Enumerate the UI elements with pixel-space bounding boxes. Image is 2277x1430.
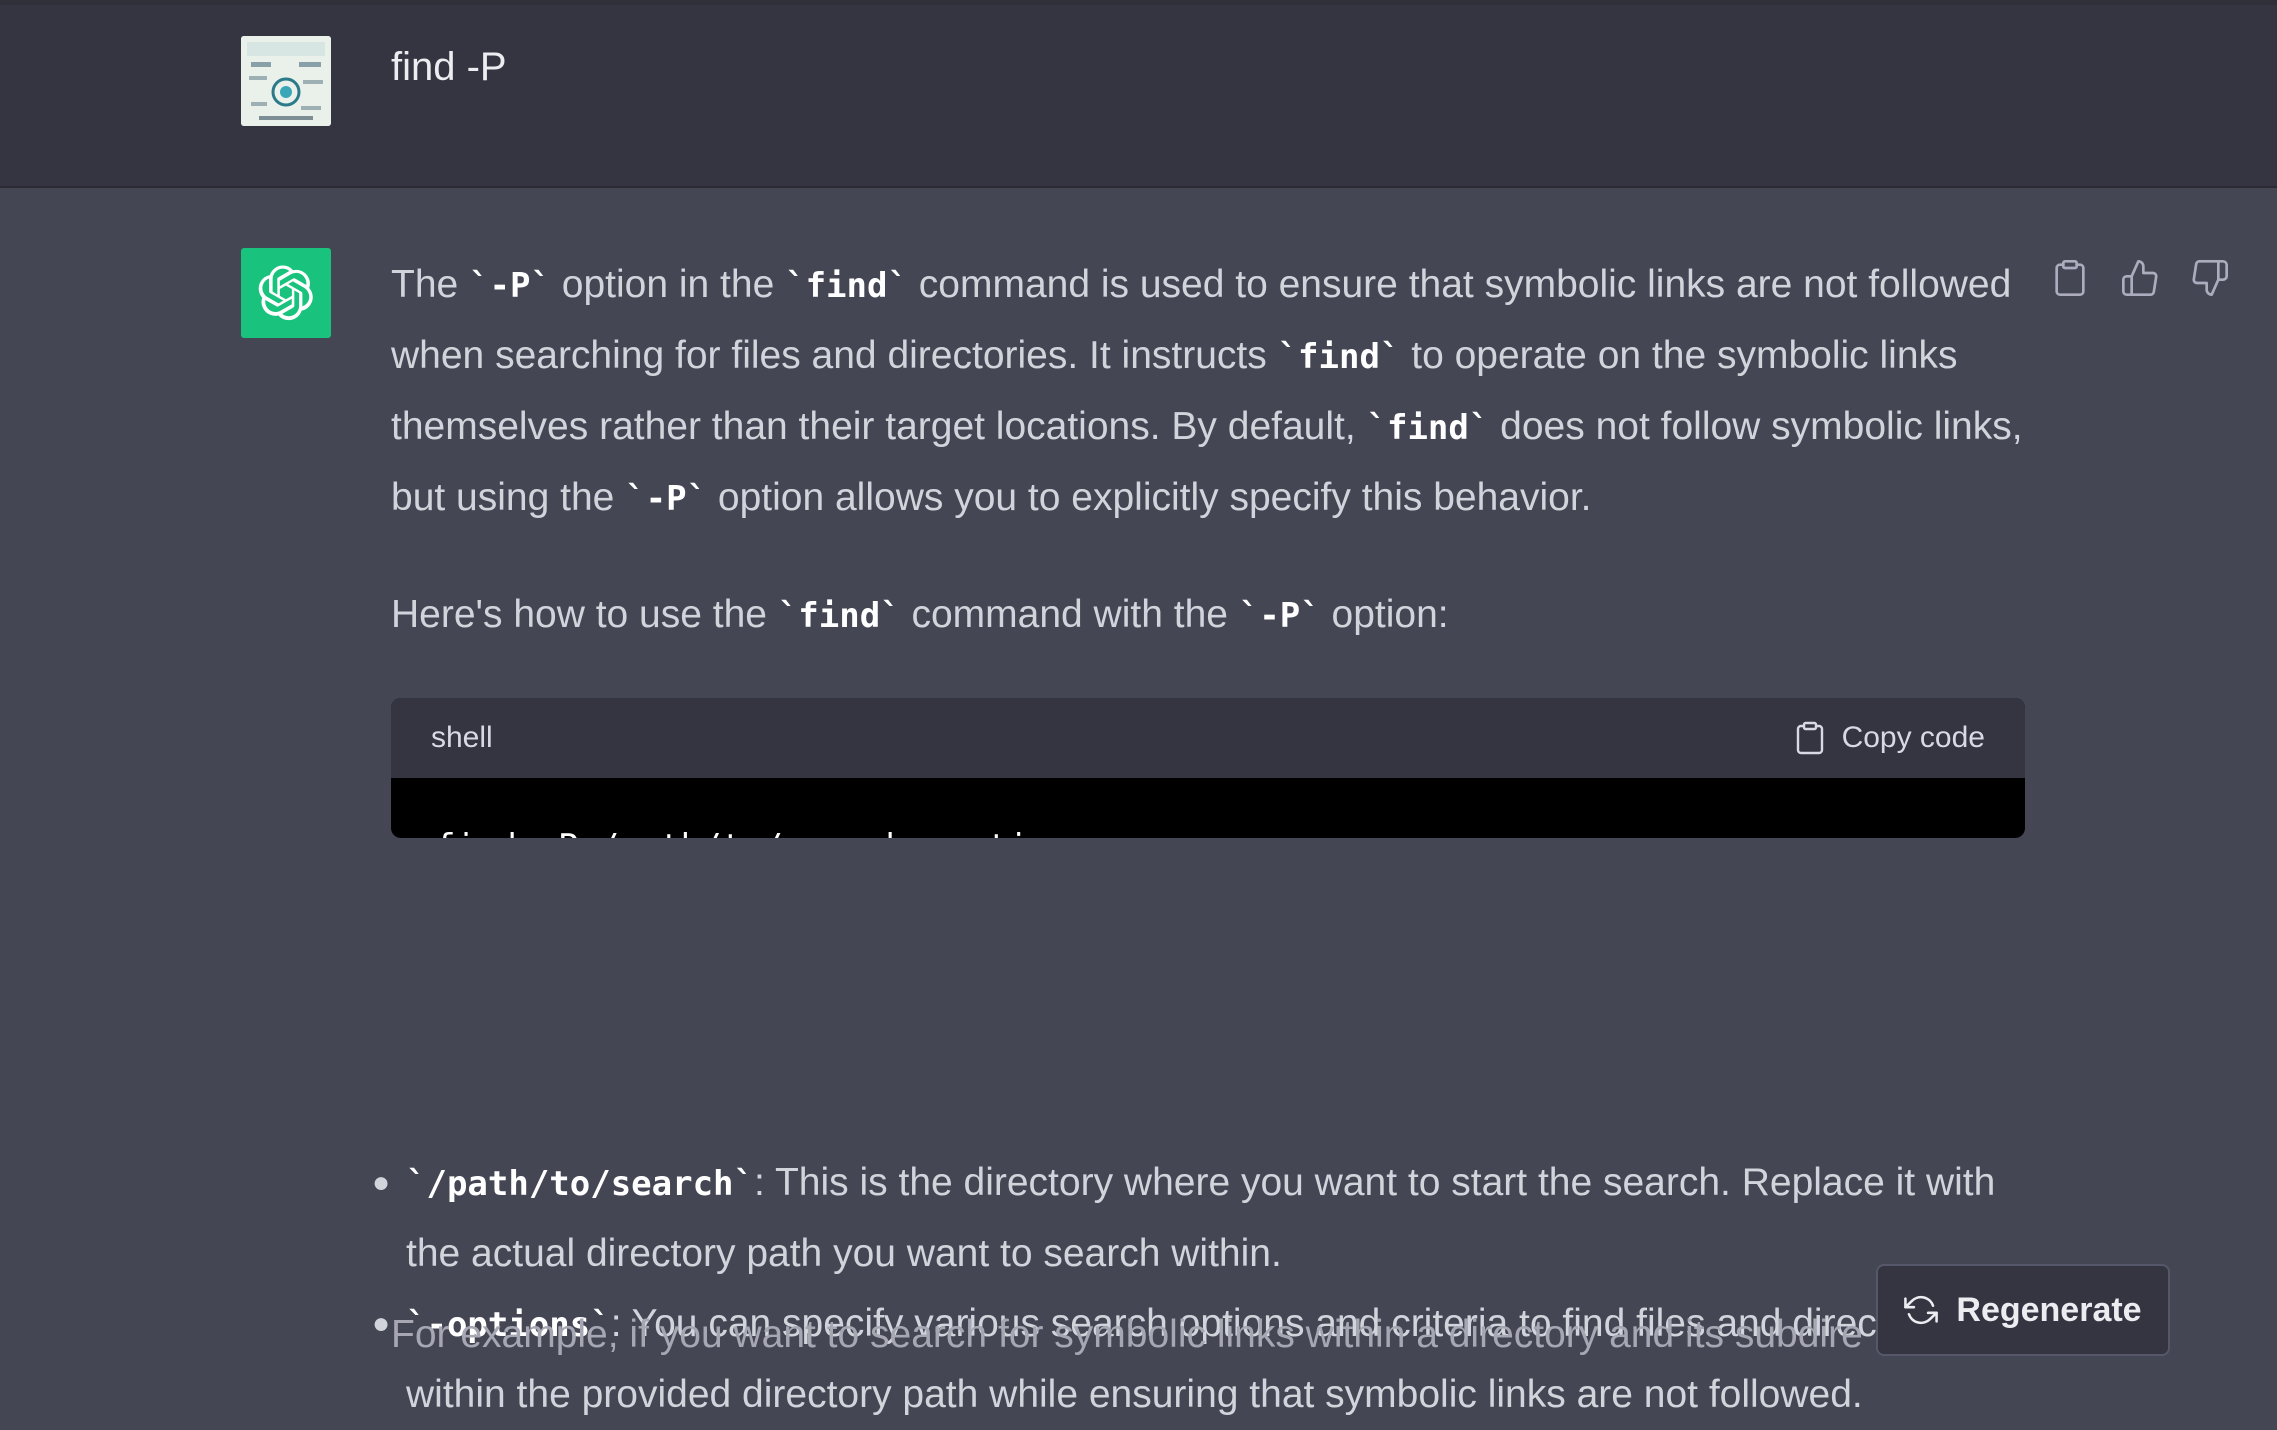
thumbs-down-icon[interactable] — [2190, 258, 2230, 298]
code-language-label: shell — [431, 721, 493, 754]
message-actions — [2050, 258, 2230, 298]
paragraph-intro: The `-P` option in the `find` command is… — [391, 250, 2031, 534]
bullet-dot: ● — [372, 1166, 391, 1199]
text-span: Here's how to use the — [391, 593, 778, 636]
inline-code: `-P` — [1238, 596, 1321, 636]
paragraph-usage: Here's how to use the `find` command wit… — [391, 580, 2031, 651]
code-block-header: shell Copy code — [391, 698, 2025, 778]
assistant-message-row: The `-P` option in the `find` command is… — [0, 188, 2277, 1416]
text-span: The — [391, 263, 470, 306]
user-message-text: find -P — [391, 45, 507, 89]
text-span: command with the — [900, 593, 1239, 636]
clipboard-icon — [1796, 721, 1823, 755]
text-span: option: — [1320, 593, 1449, 636]
copy-code-label: Copy code — [1841, 721, 1985, 754]
thumbs-up-icon[interactable] — [2120, 258, 2160, 298]
regenerate-button[interactable]: Regenerate — [1876, 1264, 2170, 1356]
code-block: shell Copy code find -P /path/to/search … — [391, 698, 2025, 838]
regenerate-label: Regenerate — [1956, 1290, 2142, 1329]
inline-code: `find` — [1277, 337, 1401, 377]
clipboard-icon[interactable] — [2050, 258, 2090, 298]
user-avatar — [241, 36, 331, 126]
refresh-icon — [1904, 1295, 1939, 1325]
inline-code: `find` — [777, 596, 901, 636]
inline-code: `find` — [1366, 408, 1490, 448]
inline-code: `-P` — [625, 479, 708, 519]
user-message-row: find -P — [0, 5, 2277, 188]
code-content[interactable]: find -P /path/to/search -options — [391, 778, 2025, 839]
copy-code-button[interactable]: Copy code — [1792, 720, 1985, 756]
truncated-paragraph: For example, if you want to search for s… — [391, 1313, 1863, 1356]
inline-code: `-P` — [469, 266, 551, 306]
assistant-avatar — [241, 248, 331, 338]
inline-code: `find` — [785, 266, 908, 306]
text-span: option in the — [550, 263, 786, 306]
list-item: ● `/path/to/search`: This is the directo… — [370, 1148, 2030, 1289]
text-span: option allows you to explicitly specify … — [707, 476, 1592, 519]
options-list: ● `/path/to/search`: This is the directo… — [370, 1148, 2030, 1430]
inline-code: `/path/to/search` — [406, 1164, 754, 1204]
bullet-dot: ● — [372, 1307, 391, 1340]
openai-logo-icon — [258, 265, 313, 321]
